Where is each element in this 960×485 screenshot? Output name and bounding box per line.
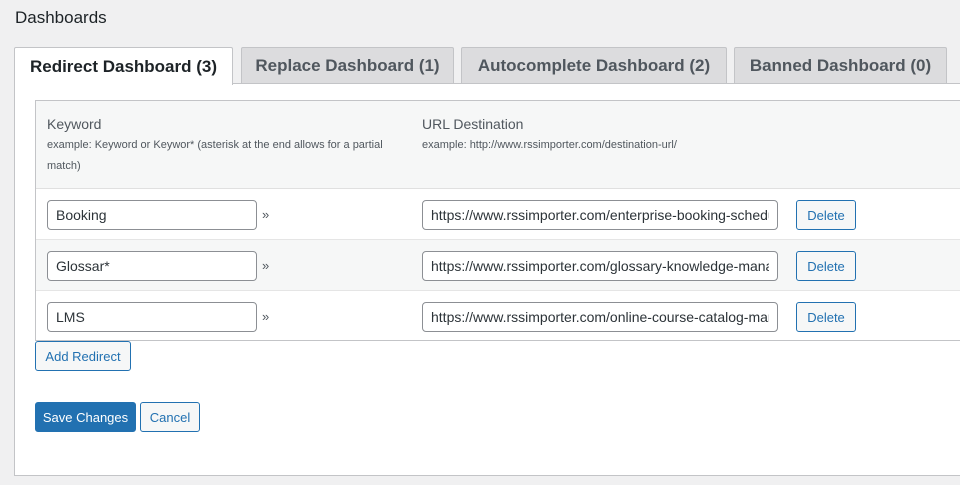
keyword-input[interactable] [47,302,257,332]
url-destination-input[interactable] [422,251,778,281]
save-changes-button[interactable]: Save Changes [35,402,136,432]
cancel-button[interactable]: Cancel [140,402,200,432]
add-redirect-button[interactable]: Add Redirect [35,341,131,371]
separator-arrow: » [262,207,270,222]
keyword-column-hint: example: Keyword or Keywor* (asterisk at… [47,139,383,172]
url-column-header: URL Destination [422,116,524,132]
tab-replace-dashboard[interactable]: Replace Dashboard (1) [241,47,454,84]
tab-redirect-dashboard[interactable]: Redirect Dashboard (3) [14,47,233,85]
url-destination-input[interactable] [422,200,778,230]
keyword-input[interactable] [47,251,257,281]
dashboard-tabs: Redirect Dashboard (3) Replace Dashboard… [0,0,960,85]
table-row: » Delete [36,189,960,240]
keyword-input[interactable] [47,200,257,230]
separator-arrow: » [262,258,270,273]
tab-autocomplete-dashboard[interactable]: Autocomplete Dashboard (2) [461,47,727,84]
url-column-hint: example: http://www.rssimporter.com/dest… [422,139,677,151]
delete-button[interactable]: Delete [796,251,856,281]
table-header: Keyword example: Keyword or Keywor* (ast… [36,101,960,189]
url-destination-input[interactable] [422,302,778,332]
tab-banned-dashboard[interactable]: Banned Dashboard (0) [734,47,947,84]
delete-button[interactable]: Delete [796,200,856,230]
redirect-table: Keyword example: Keyword or Keywor* (ast… [35,100,960,341]
table-row: » Delete [36,240,960,291]
keyword-column-header: Keyword [47,116,102,132]
separator-arrow: » [262,309,270,324]
table-row: » Delete [36,291,960,342]
delete-button[interactable]: Delete [796,302,856,332]
